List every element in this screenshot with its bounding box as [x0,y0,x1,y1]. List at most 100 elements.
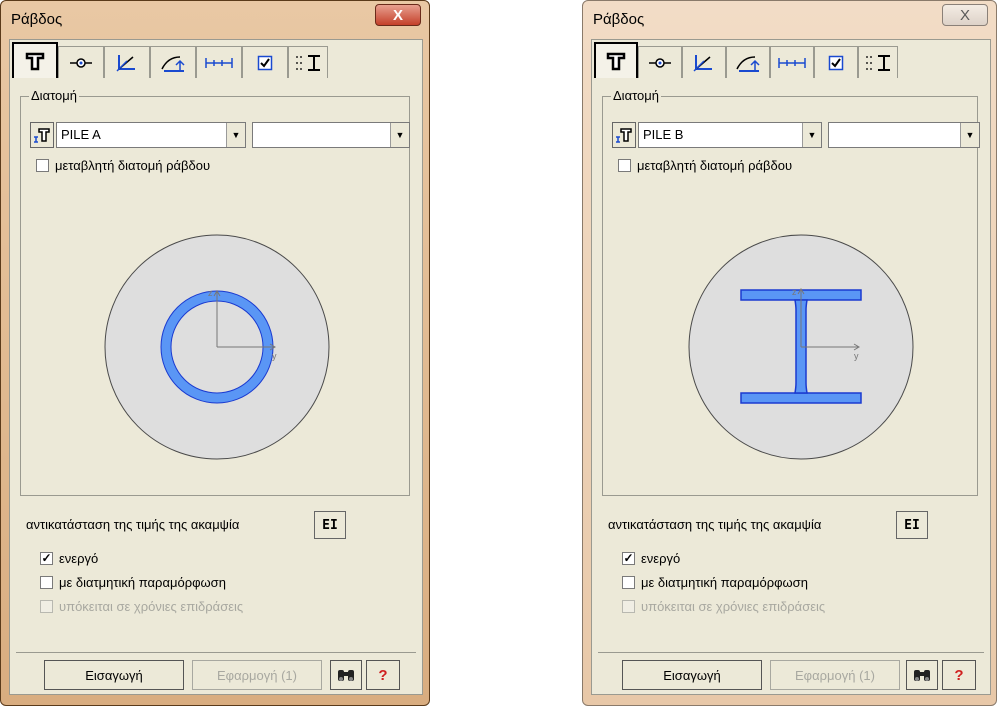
node-icon [70,57,92,68]
insert-button[interactable]: Εισαγωγή [622,660,762,690]
section-select-value: PILE A [61,127,101,142]
section-icon [606,52,626,71]
section-select-value: PILE B [643,127,684,142]
help-button[interactable]: ? [366,660,400,690]
node-icon [649,57,671,68]
dialog-window-pile-a: Ράβδος X Διατομή PILE A ▼ ▼ μεταβλητή δι… [0,0,430,706]
tab-section[interactable] [12,42,58,78]
section-group-label: Διατομή [611,88,661,103]
shear-deformation-checkbox[interactable]: με διατμητική παραμόρφωση [40,575,226,590]
section-icon [25,52,45,71]
tab-length[interactable] [770,46,814,78]
active-checkbox[interactable]: ✓ ενεργό [40,551,98,566]
tab-options[interactable] [242,46,288,78]
length-icon [205,57,233,68]
section-select[interactable]: PILE A ▼ [56,122,246,148]
active-label: ενεργό [59,551,99,566]
chevron-down-icon[interactable]: ▼ [960,123,979,147]
tab-releases[interactable] [726,46,770,78]
section-group-label: Διατομή [29,88,79,103]
checkbox-box[interactable] [622,576,635,589]
axis-z-label: z [792,287,797,297]
tab-strip [594,42,898,78]
length-icon [778,57,806,68]
close-button[interactable]: X [942,4,988,26]
section-library-button[interactable] [612,122,636,148]
checkbox-box [40,600,53,613]
tab-strip [12,42,328,78]
checkbox-box[interactable]: ✓ [622,552,635,565]
tab-releases[interactable] [150,46,196,78]
tab-local-axes[interactable] [682,46,726,78]
tab-dimensions[interactable] [858,46,898,78]
close-button[interactable]: X [375,4,421,26]
checkbox-box[interactable] [40,576,53,589]
find-button[interactable] [906,660,938,690]
dialog-panel: Διατομή PILE A ▼ ▼ μεταβλητή διατομή ράβ… [9,39,423,695]
chevron-down-icon[interactable]: ▼ [226,123,245,147]
divider [598,652,984,653]
tab-length[interactable] [196,46,242,78]
section-select[interactable]: PILE B ▼ [638,122,822,148]
tab-local-axes[interactable] [104,46,150,78]
dimension-icon [296,54,320,71]
ei-button[interactable]: EI [314,511,346,539]
apply-button: Εφαρμογή (1) [770,660,900,690]
dimension-icon [866,54,890,71]
checkbox-box [622,600,635,613]
time-effects-checkbox: υπόκειται σε χρόνιες επιδράσεις [622,599,825,614]
shear-deformation-label: με διατμητική παραμόρφωση [641,575,808,590]
section-preview: y z [104,234,330,460]
time-effects-checkbox: υπόκειται σε χρόνιες επιδράσεις [40,599,243,614]
section-icon [34,128,50,143]
axis-z-label: z [208,288,213,298]
stiffness-replace-label: αντικατάσταση της τιμής της ακαμψία [26,517,240,532]
section-library-button[interactable] [30,122,54,148]
window-title: Ράβδος [11,11,63,28]
shear-deformation-label: με διατμητική παραμόρφωση [59,575,226,590]
release-icon [161,55,185,72]
chevron-down-icon[interactable]: ▼ [390,123,409,147]
chevron-down-icon[interactable]: ▼ [802,123,821,147]
help-button[interactable]: ? [942,660,976,690]
tab-options[interactable] [814,46,858,78]
binoculars-icon [338,670,354,681]
axis-y-label: y [854,351,859,361]
tab-nodes[interactable] [58,46,104,78]
ei-button[interactable]: EI [896,511,928,539]
time-effects-label: υπόκειται σε χρόνιες επιδράσεις [59,599,244,614]
local-axes-icon [116,54,135,72]
secondary-select[interactable]: ▼ [252,122,410,148]
window-title: Ράβδος [593,11,645,28]
section-icon [616,128,632,143]
local-axes-icon [693,54,712,72]
stiffness-replace-label: αντικατάσταση της τιμής της ακαμψία [608,517,822,532]
secondary-select[interactable]: ▼ [828,122,980,148]
checkbox-icon [828,55,844,70]
tab-nodes[interactable] [638,46,682,78]
binoculars-icon [914,670,930,681]
tab-dimensions[interactable] [288,46,328,78]
dialog-window-pile-b: Ράβδος X Διατομή PILE B ▼ ▼ μεταβλητή δι… [582,0,997,706]
variable-section-label: μεταβλητή διατομή ράβδου [55,158,211,173]
tab-section[interactable] [594,42,638,78]
checkbox-box[interactable] [36,159,49,172]
variable-section-label: μεταβλητή διατομή ράβδου [637,158,793,173]
active-checkbox[interactable]: ✓ ενεργό [622,551,680,566]
checkbox-icon [257,55,273,70]
variable-section-checkbox[interactable]: μεταβλητή διατομή ράβδου [618,158,792,173]
divider [16,652,416,653]
dialog-panel: Διατομή PILE B ▼ ▼ μεταβλητή διατομή ράβ… [591,39,991,695]
apply-button: Εφαρμογή (1) [192,660,322,690]
section-preview: y z [688,234,914,460]
find-button[interactable] [330,660,362,690]
release-icon [736,55,760,72]
insert-button[interactable]: Εισαγωγή [44,660,184,690]
active-label: ενεργό [641,551,681,566]
checkbox-box[interactable] [618,159,631,172]
time-effects-label: υπόκειται σε χρόνιες επιδράσεις [641,599,826,614]
variable-section-checkbox[interactable]: μεταβλητή διατομή ράβδου [36,158,210,173]
shear-deformation-checkbox[interactable]: με διατμητική παραμόρφωση [622,575,808,590]
axis-y-label: y [272,351,277,361]
checkbox-box[interactable]: ✓ [40,552,53,565]
